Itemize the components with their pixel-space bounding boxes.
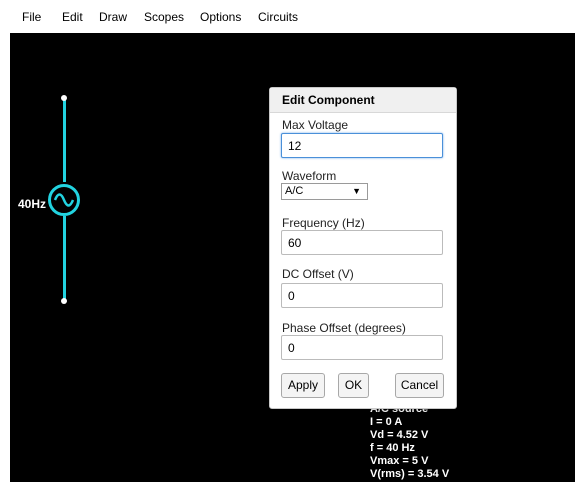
waveform-select[interactable]: A/C ▼ (281, 183, 368, 200)
apply-button[interactable]: Apply (281, 373, 325, 398)
menu-edit[interactable]: Edit (62, 10, 83, 24)
cancel-button[interactable]: Cancel (395, 373, 444, 398)
info-line: Vmax = 5 V (370, 455, 429, 467)
left-margin (0, 33, 10, 482)
max-voltage-input[interactable] (281, 133, 443, 158)
waveform-label: Waveform (282, 169, 337, 183)
frequency-input[interactable] (281, 230, 443, 255)
phase-offset-label: Phase Offset (degrees) (282, 321, 406, 335)
info-line: V(rms) = 3.54 V (370, 468, 450, 480)
frequency-label: Frequency (Hz) (282, 216, 365, 230)
dc-offset-label: DC Offset (V) (282, 267, 354, 281)
dialog-title[interactable]: Edit Component (270, 88, 456, 113)
phase-offset-input[interactable] (281, 335, 443, 360)
menu-file[interactable]: File (22, 10, 41, 24)
menu-options[interactable]: Options (200, 10, 241, 24)
wire-top[interactable] (63, 98, 66, 182)
info-line: Vd = 4.52 V (370, 429, 429, 441)
terminal-node-top[interactable] (61, 95, 67, 101)
menu-scopes[interactable]: Scopes (144, 10, 184, 24)
info-line: f = 40 Hz (370, 442, 415, 454)
dc-offset-input[interactable] (281, 283, 443, 308)
menu-draw[interactable]: Draw (99, 10, 127, 24)
terminal-node-bottom[interactable] (61, 298, 67, 304)
sine-wave-icon (53, 193, 75, 207)
dropdown-arrow-icon: ▼ (352, 186, 361, 196)
ac-source[interactable] (48, 184, 80, 216)
wire-bottom[interactable] (63, 216, 66, 300)
menu-circuits[interactable]: Circuits (258, 10, 298, 24)
ok-button[interactable]: OK (338, 373, 369, 398)
menu-bar: File Edit Draw Scopes Options Circuits (0, 0, 575, 33)
info-line: I = 0 A (370, 416, 403, 428)
component-info: A/C source I = 0 A Vd = 4.52 V f = 40 Hz… (370, 403, 449, 481)
max-voltage-label: Max Voltage (282, 118, 349, 132)
source-frequency-label: 40Hz (18, 197, 47, 211)
edit-component-dialog: Edit Component Max Voltage Waveform A/C … (269, 87, 457, 409)
waveform-selected-value: A/C (285, 185, 304, 197)
